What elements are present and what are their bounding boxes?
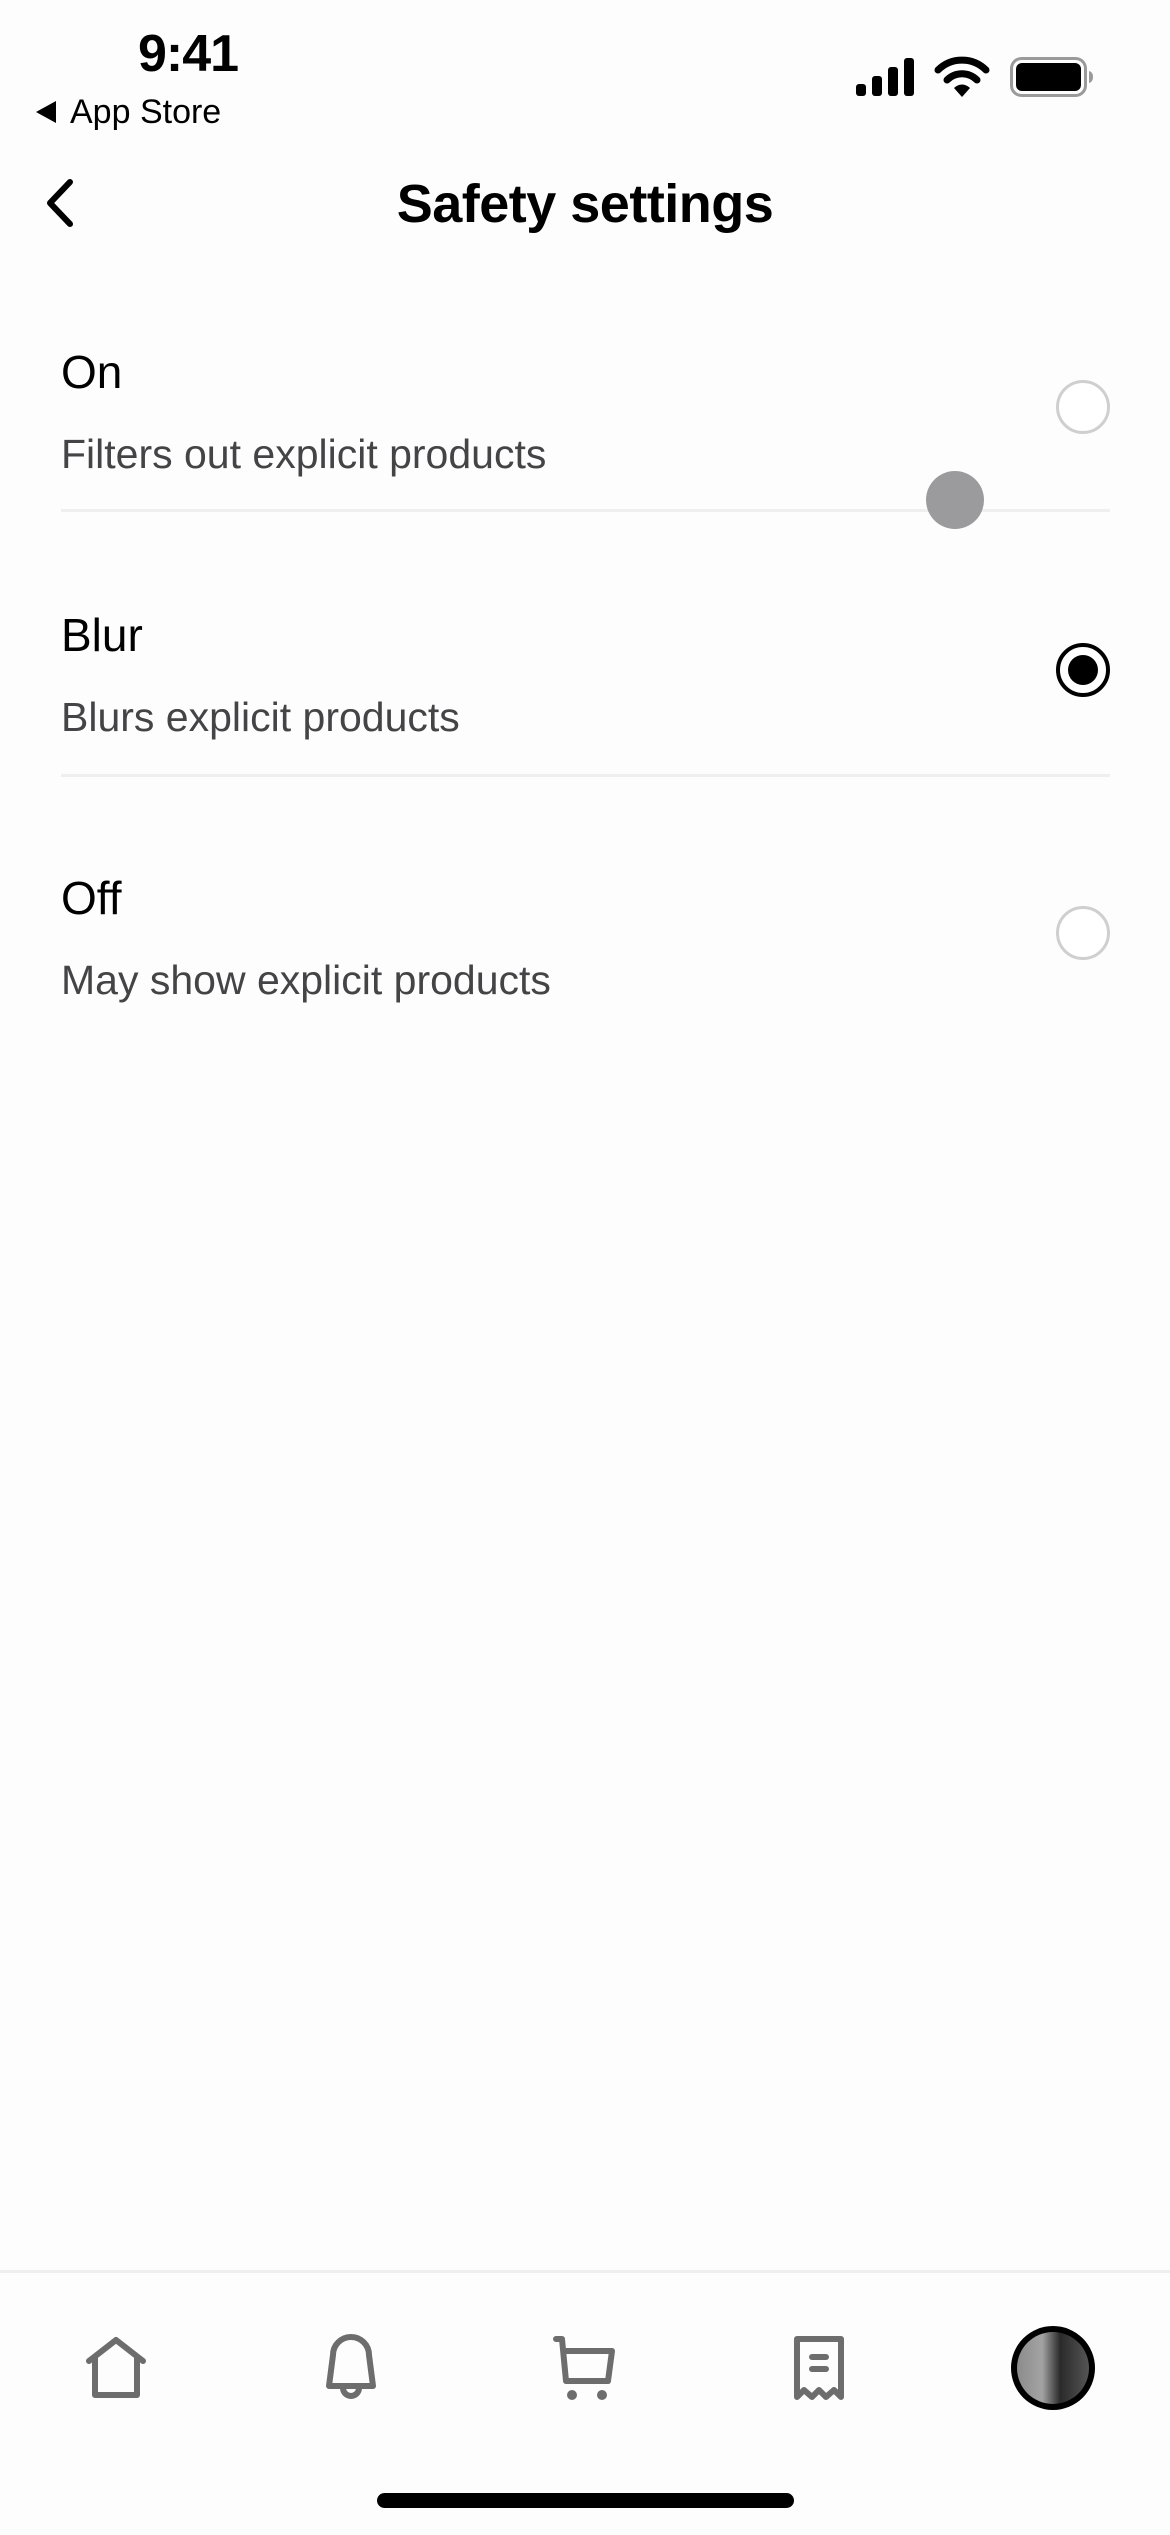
- page-title: Safety settings: [396, 174, 774, 234]
- cart-icon: [553, 2336, 615, 2400]
- cellular-signal-icon: [856, 58, 914, 96]
- option-off[interactable]: Off May show explicit products: [0, 856, 1170, 1120]
- bell-icon: [326, 2334, 376, 2399]
- option-subtitle: Filters out explicit products: [61, 431, 547, 477]
- back-triangle-icon: [36, 101, 56, 123]
- option-title: Off: [61, 872, 122, 924]
- tab-home[interactable]: [71, 2323, 161, 2413]
- option-subtitle: Blurs explicit products: [61, 694, 460, 740]
- radio-button-on[interactable]: [1056, 380, 1110, 434]
- avatar-photo: [1017, 2332, 1089, 2404]
- divider: [61, 774, 1110, 777]
- option-on[interactable]: On Filters out explicit products: [0, 330, 1170, 594]
- tab-cart[interactable]: [540, 2323, 630, 2413]
- option-title: Blur: [61, 609, 143, 661]
- radio-selected-dot: [1068, 655, 1098, 685]
- wifi-icon: [934, 56, 990, 97]
- battery-icon: [1010, 57, 1093, 97]
- tab-notifications[interactable]: [306, 2323, 396, 2413]
- option-blur[interactable]: Blur Blurs explicit products: [0, 593, 1170, 857]
- radio-button-blur[interactable]: [1056, 643, 1110, 697]
- status-time: 9:41: [138, 25, 239, 83]
- tab-profile[interactable]: [1008, 2323, 1098, 2413]
- option-title: On: [61, 346, 123, 398]
- option-subtitle: May show explicit products: [61, 957, 551, 1003]
- touch-indicator: [926, 471, 984, 529]
- radio-button-off[interactable]: [1056, 906, 1110, 960]
- back-to-app-store[interactable]: App Store: [36, 92, 221, 132]
- home-icon: [86, 2337, 146, 2398]
- receipt-icon: [794, 2336, 844, 2400]
- back-app-label: App Store: [70, 93, 222, 131]
- tab-orders[interactable]: [774, 2323, 864, 2413]
- avatar: [1011, 2326, 1095, 2410]
- home-indicator: [377, 2493, 794, 2508]
